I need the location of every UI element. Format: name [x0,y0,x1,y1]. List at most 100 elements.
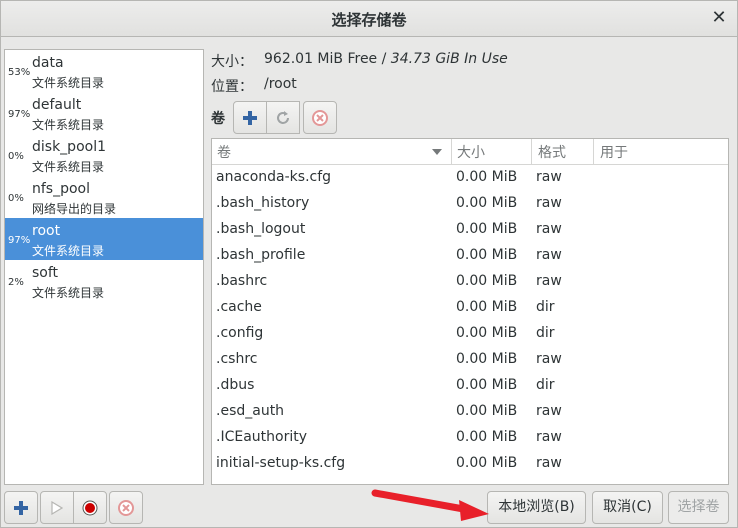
pool-item-disk-pool1[interactable]: 0% disk_pool1 文件系统目录 [5,134,203,176]
volume-name: .dbus [216,377,255,393]
browse-local-button[interactable]: 本地浏览(B) [487,491,586,524]
volume-name: initial-setup-ks.cfg [216,455,346,471]
location-label: 位置： [211,79,253,95]
table-row[interactable]: anaconda-ks.cfg 0.00 MiB raw [212,165,728,191]
cancel-button[interactable]: 取消(C) [592,491,663,524]
volume-format: dir [536,325,555,341]
column-divider [531,139,532,165]
volume-name: .ICEauthority [216,429,307,445]
volume-format: raw [536,351,562,367]
table-row[interactable]: initial-setup-ks.cfg 0.00 MiB raw [212,451,728,477]
volume-size: 0.00 MiB [456,247,518,263]
used-space: 34.73 GiB In Use [390,51,508,67]
volume-name: .cshrc [216,351,258,367]
pool-item-default[interactable]: 97% default 文件系统目录 [5,92,203,134]
volume-name: anaconda-ks.cfg [216,169,332,185]
table-row[interactable]: .ICEauthority 0.00 MiB raw [212,425,728,451]
pool-usage-percent: 0% [8,193,24,204]
size-separator: / [377,51,391,67]
column-header-volume[interactable]: 卷 [217,142,231,162]
volume-name: .esd_auth [216,403,285,419]
dialog-title: 选择存储卷 [331,11,407,29]
table-row[interactable]: .cshrc 0.00 MiB raw [212,347,728,373]
size-label: 大小： [211,54,253,70]
volume-format: raw [536,429,562,445]
table-header: 卷 大小 格式 用于 [212,139,728,165]
volume-name: .config [216,325,264,341]
volume-name: .cache [216,299,262,315]
volume-size: 0.00 MiB [456,169,518,185]
add-icon [243,110,257,125]
refresh-icon [277,110,289,124]
table-row[interactable]: .bash_history 0.00 MiB raw [212,191,728,217]
delete-volume-button[interactable] [303,101,337,134]
location-value: /root [264,76,297,92]
pool-name: data [32,55,64,71]
volume-format: raw [536,195,562,211]
volume-size: 0.00 MiB [456,299,518,315]
volume-name: .bashrc [216,273,268,289]
volume-name: .bash_logout [216,221,306,237]
column-divider [451,139,452,165]
pool-item-nfs-pool[interactable]: 0% nfs_pool 网络导出的目录 [5,176,203,218]
pool-usage-percent: 97% [8,235,31,246]
start-pool-button[interactable] [40,491,74,524]
pool-item-data[interactable]: 53% data 文件系统目录 [5,50,203,92]
pool-type: 文件系统目录 [32,76,105,90]
pool-toolbar [4,491,143,524]
pool-item-soft[interactable]: 2% soft 文件系统目录 [5,260,203,302]
stop-pool-button[interactable] [73,491,107,524]
pool-type: 文件系统目录 [32,118,105,132]
add-volume-button[interactable] [233,101,267,134]
table-row[interactable]: .cache 0.00 MiB dir [212,295,728,321]
choose-volume-button[interactable]: 选择卷 [668,491,729,524]
pool-type: 网络导出的目录 [32,202,117,216]
volume-format: raw [536,403,562,419]
delete-icon [118,499,134,516]
pool-name: nfs_pool [32,181,91,197]
refresh-volumes-button[interactable] [266,101,300,134]
table-row[interactable]: .bash_profile 0.00 MiB raw [212,243,728,269]
sort-descending-icon [432,149,442,155]
pool-usage-percent: 0% [8,151,24,162]
delete-icon [312,109,328,126]
volume-size: 0.00 MiB [456,273,518,289]
close-icon[interactable]: ✕ [709,7,729,29]
pool-type: 文件系统目录 [32,160,105,174]
volume-format: raw [536,455,562,471]
volume-size: 0.00 MiB [456,403,518,419]
pool-type: 文件系统目录 [32,286,105,300]
volume-format: dir [536,299,555,315]
delete-pool-button[interactable] [109,491,143,524]
volume-size: 0.00 MiB [456,455,518,471]
table-row[interactable]: .config 0.00 MiB dir [212,321,728,347]
pool-name: root [32,223,61,239]
stop-icon [82,500,98,515]
pool-name: default [32,97,82,113]
table-row[interactable]: .esd_auth 0.00 MiB raw [212,399,728,425]
volume-size: 0.00 MiB [456,351,518,367]
storage-pool-list[interactable]: 53% data 文件系统目录 97% default 文件系统目录 0% di… [4,49,204,485]
volume-table[interactable]: 卷 大小 格式 用于 anaconda-ks.cfg 0.00 MiB raw .b… [211,138,729,485]
table-row[interactable]: .dbus 0.00 MiB dir [212,373,728,399]
table-row[interactable]: .bash_logout 0.00 MiB raw [212,217,728,243]
column-header-used-by[interactable]: 用于 [600,142,628,162]
free-space: 962.01 MiB Free [264,51,378,67]
pool-usage-percent: 97% [8,109,31,120]
title-bar: 选择存储卷 ✕ [1,1,737,37]
add-icon [14,500,28,515]
pool-name: disk_pool1 [32,139,106,155]
table-row[interactable]: .bashrc 0.00 MiB raw [212,269,728,295]
volume-size: 0.00 MiB [456,325,518,341]
size-value: 962.01 MiB Free / 34.73 GiB In Use [264,51,508,67]
play-icon [51,500,63,515]
add-pool-button[interactable] [4,491,38,524]
pool-usage-percent: 53% [8,67,31,78]
column-header-format[interactable]: 格式 [538,142,566,162]
volume-format: raw [536,273,562,289]
column-header-size[interactable]: 大小 [457,142,485,162]
pool-item-root[interactable]: 97% root 文件系统目录 [5,218,203,260]
volume-size: 0.00 MiB [456,195,518,211]
volume-size: 0.00 MiB [456,429,518,445]
pool-name: soft [32,265,59,281]
